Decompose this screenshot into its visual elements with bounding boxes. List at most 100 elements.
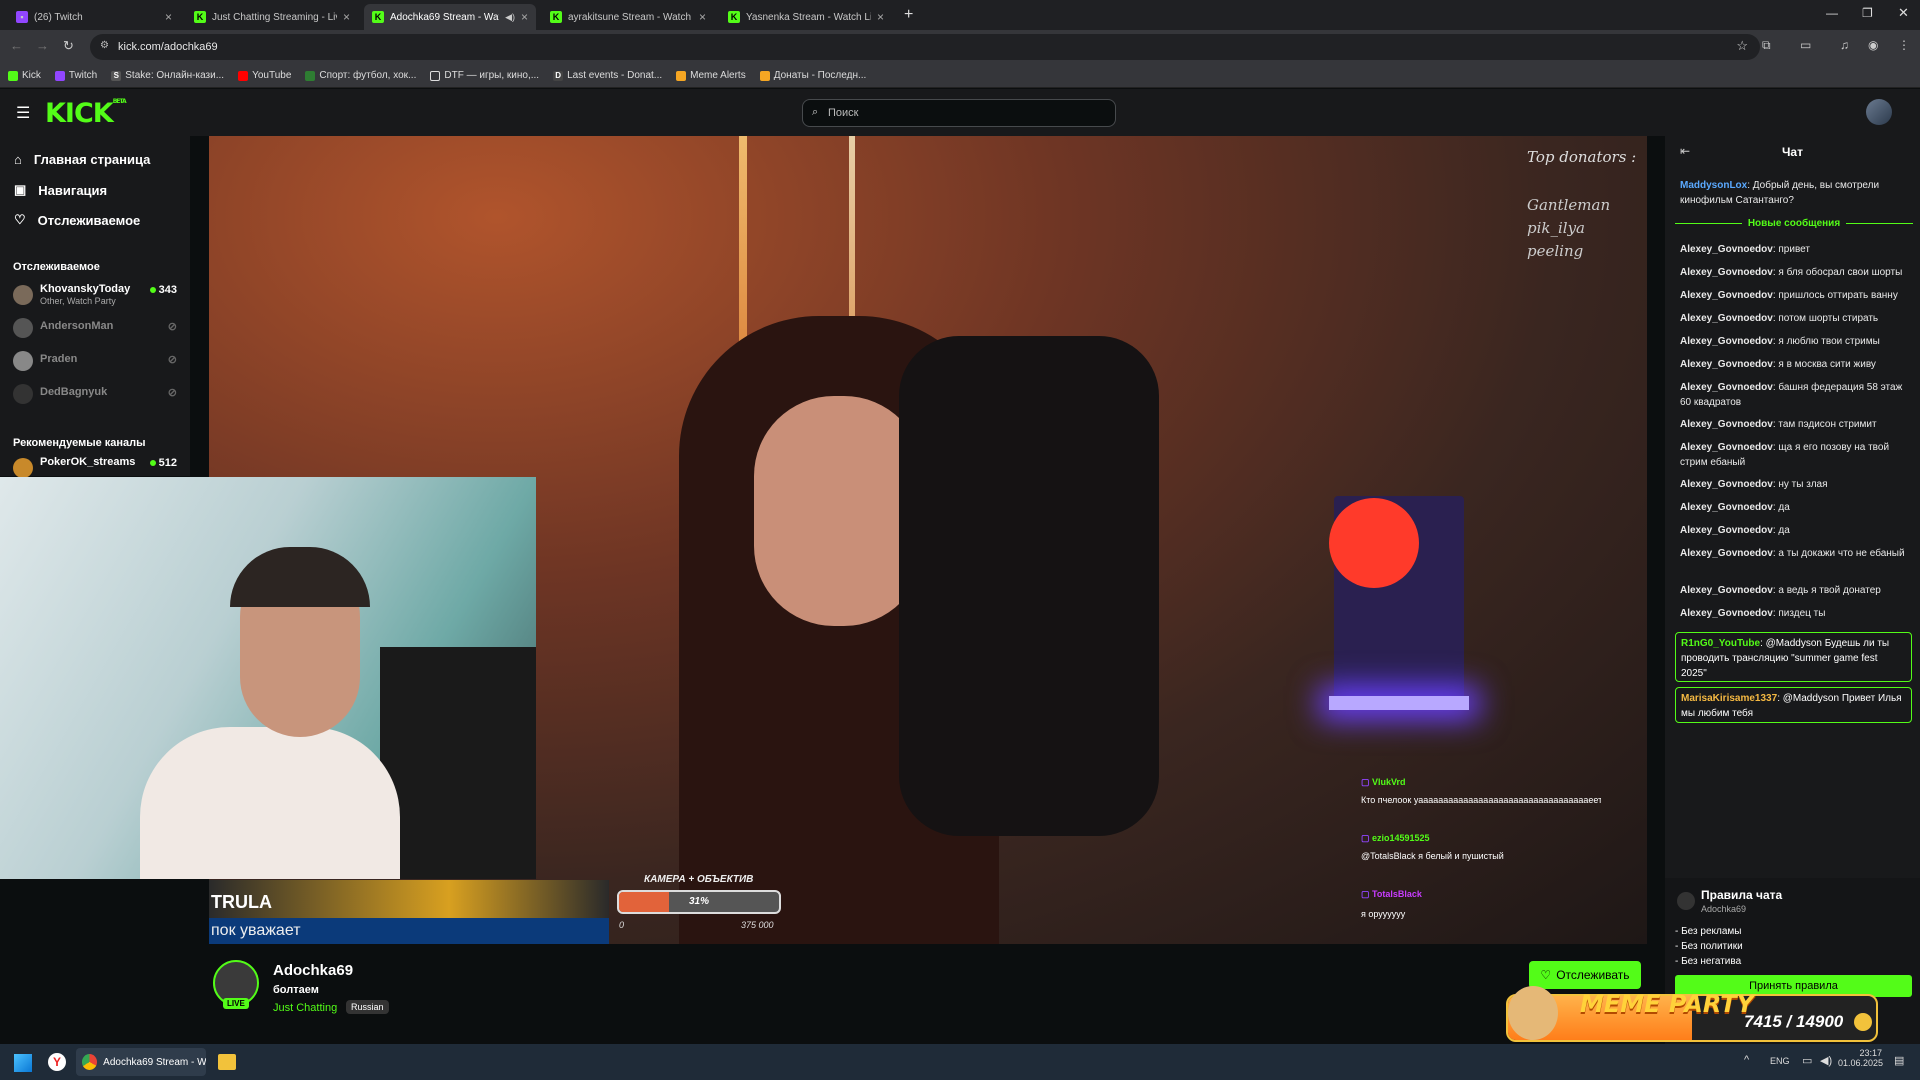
bookmark-sport[interactable]: Спорт: футбол, хок... bbox=[305, 70, 416, 81]
highlighted-message: MarisaKirisame1337: @Maddyson Привет Иль… bbox=[1675, 687, 1912, 723]
new-tab-button[interactable]: + bbox=[904, 6, 913, 24]
bookmark-twitch[interactable]: Twitch bbox=[54, 70, 97, 81]
follow-button[interactable]: ♡ Отслеживать bbox=[1529, 961, 1641, 989]
kick-icon: K bbox=[372, 11, 384, 23]
forward-icon[interactable]: → bbox=[36, 38, 49, 53]
chat-username[interactable]: MaddysonLox bbox=[1680, 180, 1747, 191]
bookmark-meme-alerts[interactable]: Meme Alerts bbox=[676, 70, 746, 81]
donation-goal-percent: 31% bbox=[688, 896, 709, 907]
beta-badge: BETA bbox=[112, 98, 127, 105]
home-icon: ⌂ bbox=[14, 152, 22, 167]
url-text: kick.com/adochka69 bbox=[118, 41, 218, 53]
channel-item[interactable]: AndersonMan ⊘ bbox=[13, 314, 183, 344]
windows-start-icon[interactable] bbox=[14, 1054, 32, 1072]
bookmark-label: Kick bbox=[22, 70, 41, 81]
language-indicator[interactable]: ENG bbox=[1770, 1056, 1790, 1066]
site-info-icon[interactable]: ⚙ bbox=[100, 40, 109, 51]
chat-message: Alexey_Govnoedov: да bbox=[1680, 525, 1790, 536]
channel-item[interactable]: KhovanskyToday Other, Watch Party 343 bbox=[13, 281, 183, 311]
yandex-browser-icon[interactable]: Y bbox=[48, 1053, 66, 1071]
coin-icon bbox=[1854, 1013, 1872, 1031]
media-icon[interactable]: ♫ bbox=[1840, 38, 1849, 52]
stream-title: болтаем bbox=[273, 984, 319, 996]
chat-username[interactable]: Alexey_Govnoedov bbox=[1680, 608, 1773, 619]
address-bar[interactable]: ⚙ kick.com/adochka69 ☆ bbox=[90, 34, 1760, 60]
cast-icon[interactable]: ▭ bbox=[1800, 38, 1811, 52]
chat-username[interactable]: Alexey_Govnoedov bbox=[1680, 502, 1773, 513]
search-input[interactable]: ⌕ Поиск bbox=[802, 99, 1116, 127]
browser-tab[interactable]: K Just Chatting Streaming - Live S × bbox=[186, 4, 358, 30]
chat-username[interactable]: MarisaKirisame1337 bbox=[1681, 693, 1777, 704]
profile-icon[interactable]: ◉ bbox=[1868, 38, 1878, 52]
chat-message: Alexey_Govnoedov: башня федерация 58 эта… bbox=[1680, 382, 1903, 408]
bookmark-dtf[interactable]: DTF — игры, кино,... bbox=[430, 70, 539, 81]
network-icon[interactable]: ▭ bbox=[1802, 1054, 1812, 1067]
chat-username[interactable]: Alexey_Govnoedov bbox=[1680, 585, 1773, 596]
avatar bbox=[13, 458, 33, 478]
reload-icon[interactable]: ↻ bbox=[63, 38, 74, 54]
close-icon[interactable]: × bbox=[165, 10, 172, 24]
stake-icon: S bbox=[111, 70, 122, 81]
heart-icon: ♡ bbox=[1540, 968, 1552, 982]
nav-following[interactable]: ♡ Отслеживаемое bbox=[14, 212, 140, 228]
chat-username[interactable]: Alexey_Govnoedov bbox=[1680, 382, 1773, 393]
lamp bbox=[1329, 498, 1419, 588]
chat-username[interactable]: Alexey_Govnoedov bbox=[1680, 359, 1773, 370]
chat-username[interactable]: Alexey_Govnoedov bbox=[1680, 336, 1773, 347]
stream-category-link[interactable]: Just Chatting bbox=[273, 1002, 337, 1014]
chat-username[interactable]: Alexey_Govnoedov bbox=[1680, 442, 1773, 453]
bookmark-stake[interactable]: S Stake: Онлайн-кази... bbox=[111, 70, 224, 81]
extensions-icon[interactable]: ⧉ bbox=[1762, 38, 1771, 53]
bookmark-youtube[interactable]: YouTube bbox=[238, 70, 291, 81]
back-icon[interactable]: ← bbox=[10, 38, 23, 53]
browser-tab[interactable]: K Yasnenka Stream - Watch Live × bbox=[720, 4, 892, 30]
chat-username[interactable]: Alexey_Govnoedov bbox=[1680, 267, 1773, 278]
webcam-pip[interactable] bbox=[0, 477, 536, 879]
chat-username[interactable]: R1nG0_YouTube bbox=[1681, 638, 1760, 649]
close-icon[interactable]: × bbox=[343, 10, 350, 24]
nav-home[interactable]: ⌂ Главная страница bbox=[14, 152, 150, 167]
channel-item[interactable]: DedBagnyuk ⊘ bbox=[13, 380, 183, 410]
menu-icon[interactable]: ⋮ bbox=[1898, 38, 1910, 52]
chat-username[interactable]: Alexey_Govnoedov bbox=[1680, 419, 1773, 430]
maximize-button[interactable]: ❐ bbox=[1862, 6, 1873, 20]
speaker-icon[interactable]: ◀) bbox=[505, 12, 515, 23]
compass-icon: ▣ bbox=[14, 182, 27, 197]
kick-logo[interactable]: KICKBETA bbox=[45, 98, 127, 129]
streamer-name[interactable]: Adochka69 bbox=[273, 962, 353, 979]
bookmarks-bar: Kick Twitch S Stake: Онлайн-кази... YouTu… bbox=[0, 64, 1920, 88]
offline-icon: ⊘ bbox=[167, 354, 177, 366]
volume-icon[interactable]: ◀) bbox=[1820, 1054, 1832, 1067]
channel-category: Other, Watch Party bbox=[40, 296, 116, 306]
chat-username[interactable]: Alexey_Govnoedov bbox=[1680, 290, 1773, 301]
bookmark-donates[interactable]: Донаты - Последн... bbox=[759, 70, 866, 81]
clock[interactable]: 23:17 01.06.2025 bbox=[1838, 1048, 1883, 1068]
channel-item[interactable]: Praden ⊘ bbox=[13, 347, 183, 377]
minimize-button[interactable]: — bbox=[1826, 6, 1838, 20]
user-avatar[interactable] bbox=[1866, 99, 1892, 125]
file-explorer-icon[interactable] bbox=[218, 1054, 236, 1070]
bookmark-star-icon[interactable]: ☆ bbox=[1736, 38, 1748, 54]
browser-tab-active[interactable]: K Adochka69 Stream - Watch ◀) × bbox=[364, 4, 536, 30]
bookmark-donat[interactable]: D Last events - Donat... bbox=[553, 70, 662, 81]
bookmark-kick[interactable]: Kick bbox=[8, 70, 41, 81]
tray-expand-icon[interactable]: ^ bbox=[1744, 1054, 1749, 1066]
language-tag[interactable]: Russian bbox=[346, 1000, 389, 1014]
close-window-button[interactable]: ✕ bbox=[1898, 5, 1909, 21]
taskbar-app-chrome[interactable]: Adochka69 Stream - Wa bbox=[76, 1048, 206, 1076]
chat-title: Чат bbox=[1782, 145, 1803, 159]
chat-username[interactable]: Alexey_Govnoedov bbox=[1680, 313, 1773, 324]
close-icon[interactable]: × bbox=[877, 10, 884, 24]
chat-message: Alexey_Govnoedov: пришлось оттирать ванн… bbox=[1680, 290, 1898, 301]
chat-username[interactable]: Alexey_Govnoedov bbox=[1680, 548, 1773, 559]
browser-tab[interactable]: ▪ (26) Twitch × bbox=[8, 4, 180, 30]
hamburger-menu-icon[interactable]: ☰ bbox=[16, 103, 30, 123]
close-icon[interactable]: × bbox=[521, 10, 528, 24]
browser-tab[interactable]: K ayrakitsune Stream - Watch Liv × bbox=[542, 4, 714, 30]
nav-browse[interactable]: ▣ Навигация bbox=[14, 182, 107, 198]
chat-username[interactable]: Alexey_Govnoedov bbox=[1680, 479, 1773, 490]
chat-username[interactable]: Alexey_Govnoedov bbox=[1680, 244, 1773, 255]
chat-username[interactable]: Alexey_Govnoedov bbox=[1680, 525, 1773, 536]
close-icon[interactable]: × bbox=[699, 10, 706, 24]
notifications-icon[interactable]: ▤ bbox=[1894, 1054, 1904, 1067]
